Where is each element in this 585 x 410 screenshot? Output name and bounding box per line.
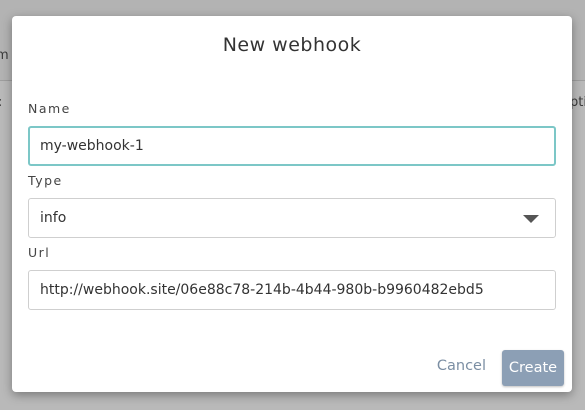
- name-input-value: my-webhook-1: [40, 138, 144, 154]
- url-label: Url: [28, 245, 51, 260]
- type-select[interactable]: info: [28, 198, 556, 238]
- background-text-fragment: :: [0, 95, 2, 110]
- url-input[interactable]: http://webhook.site/06e88c78-214b-4b44-9…: [28, 270, 556, 310]
- dialog-title: New webhook: [222, 34, 362, 56]
- cancel-button[interactable]: Cancel: [437, 358, 486, 374]
- chevron-down-icon[interactable]: [523, 215, 539, 223]
- background-text-fragment: pti: [570, 95, 585, 110]
- name-input[interactable]: my-webhook-1: [28, 126, 556, 166]
- url-input-value: http://webhook.site/06e88c78-214b-4b44-9…: [40, 282, 484, 298]
- type-label: Type: [28, 173, 63, 188]
- type-select-value: info: [40, 210, 67, 226]
- name-label: Name: [28, 101, 71, 116]
- create-button[interactable]: Create: [502, 350, 564, 386]
- background-text-fragment: m: [0, 48, 9, 63]
- new-webhook-dialog: New webhook Name my-webhook-1 Type info …: [12, 16, 572, 392]
